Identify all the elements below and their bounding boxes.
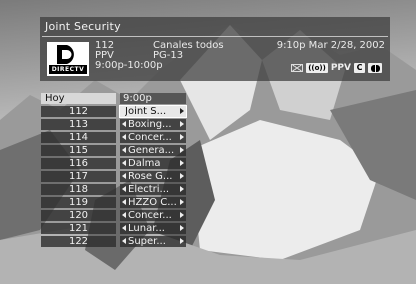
program-title-label: Genera... bbox=[128, 145, 175, 156]
program-title-label: Concer... bbox=[128, 210, 172, 221]
program-title: Joint Security bbox=[45, 20, 121, 33]
guide-row: 122 Super... bbox=[41, 236, 187, 248]
left-arrow-icon bbox=[122, 199, 126, 205]
left-arrow-icon bbox=[122, 173, 126, 179]
program-title-label: Joint S... bbox=[125, 106, 167, 117]
program-title-label: Super... bbox=[128, 236, 166, 247]
program-title-label: Boxing... bbox=[128, 119, 172, 130]
program-cell[interactable]: Lunar... bbox=[120, 223, 186, 234]
program-cell[interactable]: Concer... bbox=[120, 210, 186, 221]
guide-row: 113 Boxing... bbox=[41, 119, 187, 131]
right-arrow-icon bbox=[180, 160, 184, 166]
closed-caption-icon: C bbox=[354, 63, 365, 73]
program-info-panel: Joint Security DIRECTV 112 PPV 9:00p-10:… bbox=[40, 17, 390, 81]
program-title-label: HZZO C... bbox=[128, 197, 177, 208]
left-arrow-icon bbox=[122, 147, 126, 153]
right-arrow-icon bbox=[180, 134, 184, 140]
program-cell[interactable]: Super... bbox=[120, 236, 186, 247]
logo-text: DIRECTV bbox=[49, 65, 87, 74]
program-cell[interactable]: Dalma bbox=[120, 158, 186, 169]
divider bbox=[42, 36, 388, 37]
program-cell[interactable]: Electri... bbox=[120, 184, 186, 195]
channel-cell[interactable]: 121 bbox=[41, 223, 116, 234]
guide-row: 121 Lunar... bbox=[41, 223, 187, 235]
channel-cell[interactable]: 114 bbox=[41, 132, 116, 143]
right-arrow-icon bbox=[180, 147, 184, 153]
channel-cell[interactable]: 118 bbox=[41, 184, 116, 195]
program-cell[interactable]: HZZO C... bbox=[120, 197, 186, 208]
channel-cell[interactable]: 116 bbox=[41, 158, 116, 169]
guide-row: 115 Genera... bbox=[41, 145, 187, 157]
channel-cell[interactable]: 115 bbox=[41, 145, 116, 156]
program-cell-selected[interactable]: Joint S... bbox=[119, 105, 187, 118]
program-cell[interactable]: Boxing... bbox=[120, 119, 186, 130]
guide-row: 116 Dalma bbox=[41, 158, 187, 170]
channel-cell[interactable]: 119 bbox=[41, 197, 116, 208]
program-cell[interactable]: Rose G... bbox=[120, 171, 186, 182]
guide-row: 114 Concer... bbox=[41, 132, 187, 144]
current-datetime: 9:10p Mar 2/28, 2002 bbox=[276, 40, 385, 51]
envelope-icon bbox=[291, 64, 304, 72]
program-cell[interactable]: Concer... bbox=[120, 132, 186, 143]
indicator-icons: ((o)) PPV C bbox=[291, 62, 382, 74]
tv-screen: Joint Security DIRECTV 112 PPV 9:00p-10:… bbox=[0, 0, 416, 284]
program-title-label: Electri... bbox=[128, 184, 170, 195]
right-arrow-icon bbox=[180, 199, 184, 205]
right-arrow-icon bbox=[180, 108, 184, 114]
guide-row: 117 Rose G... bbox=[41, 171, 187, 183]
right-arrow-icon bbox=[180, 173, 184, 179]
ppv-icon: PPV bbox=[330, 63, 351, 73]
program-title-label: Lunar... bbox=[128, 223, 165, 234]
program-guide-grid: 112 Joint S... 113 Boxing... 114 Concer... 115… bbox=[41, 105, 187, 249]
time-column-header: 9:00p bbox=[120, 93, 186, 104]
right-arrow-icon bbox=[180, 186, 184, 192]
program-title-label: Dalma bbox=[128, 158, 161, 169]
rating: PG-13 bbox=[153, 50, 184, 61]
guide-row: 119 HZZO C... bbox=[41, 197, 187, 209]
channel-cell[interactable]: 113 bbox=[41, 119, 116, 130]
left-arrow-icon bbox=[122, 160, 126, 166]
dolby-surround-icon: ((o)) bbox=[306, 63, 328, 73]
guide-row: 112 Joint S... bbox=[41, 105, 187, 118]
showtime: 9:00p-10:00p bbox=[95, 60, 163, 71]
right-arrow-icon bbox=[180, 238, 184, 244]
directv-logo: DIRECTV bbox=[47, 42, 89, 76]
left-arrow-icon bbox=[122, 121, 126, 127]
left-arrow-icon bbox=[122, 212, 126, 218]
channel-cell[interactable]: 120 bbox=[41, 210, 116, 221]
guide-row: 120 Concer... bbox=[41, 210, 187, 222]
program-cell[interactable]: Genera... bbox=[120, 145, 186, 156]
dolby-digital-icon bbox=[368, 63, 382, 73]
left-arrow-icon bbox=[122, 225, 126, 231]
channel-column-header: Hoy bbox=[41, 93, 116, 104]
right-arrow-icon bbox=[180, 212, 184, 218]
channel-cell[interactable]: 112 bbox=[41, 106, 116, 117]
right-arrow-icon bbox=[180, 121, 184, 127]
program-title-label: Concer... bbox=[128, 132, 172, 143]
program-title-label: Rose G... bbox=[128, 171, 173, 182]
channel-cell[interactable]: 117 bbox=[41, 171, 116, 182]
left-arrow-icon bbox=[122, 134, 126, 140]
directv-logo-mark-icon bbox=[57, 45, 74, 64]
right-arrow-icon bbox=[180, 225, 184, 231]
channel-cell[interactable]: 122 bbox=[41, 236, 116, 247]
left-arrow-icon bbox=[122, 186, 126, 192]
left-arrow-icon bbox=[122, 238, 126, 244]
guide-row: 118 Electri... bbox=[41, 184, 187, 196]
